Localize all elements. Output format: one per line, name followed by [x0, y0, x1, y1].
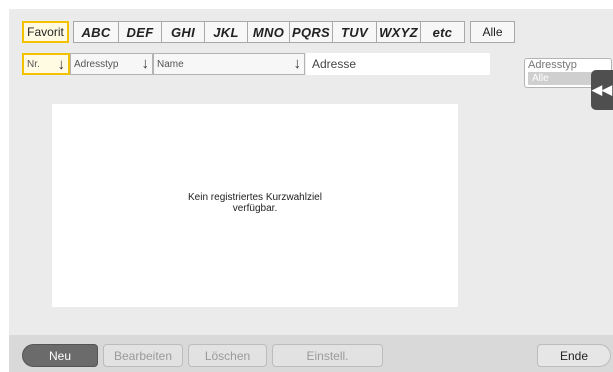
- sort-nr-label: Nr.: [27, 58, 40, 70]
- tab-etc[interactable]: etc: [420, 21, 465, 43]
- edit-button[interactable]: Bearbeiten: [103, 344, 183, 367]
- tab-jkl[interactable]: JKL: [204, 21, 248, 43]
- arrow-down-icon: ↓: [293, 55, 302, 72]
- tab-ghi[interactable]: GHI: [161, 21, 205, 43]
- filter-label: Adresstyp: [528, 59, 577, 71]
- new-button[interactable]: Neu: [22, 344, 98, 367]
- sort-name-button[interactable]: Name ↓: [153, 53, 305, 75]
- empty-message-line-2: verfügbar.: [232, 203, 278, 214]
- sort-type-label: Adresstyp: [74, 58, 119, 70]
- tab-wxyz[interactable]: WXYZ: [376, 21, 421, 43]
- empty-message-line-1: Kein registriertes Kurzwahlziel: [188, 192, 322, 203]
- tab-alle[interactable]: Alle: [470, 21, 515, 43]
- delete-button[interactable]: Löschen: [188, 344, 267, 367]
- tab-mno[interactable]: MNO: [247, 21, 290, 43]
- arrow-down-icon: ↓: [57, 56, 66, 73]
- tab-abc[interactable]: ABC: [73, 21, 119, 43]
- address-list[interactable]: Kein registriertes Kurzwahlziel verfügba…: [52, 104, 458, 307]
- tab-tuv[interactable]: TUV: [332, 21, 377, 43]
- double-chevron-left-icon[interactable]: ◀◀: [591, 70, 613, 110]
- settings-button[interactable]: Einstell.: [272, 344, 383, 367]
- tab-def[interactable]: DEF: [118, 21, 162, 43]
- tab-pqrs[interactable]: PQRS: [289, 21, 333, 43]
- sort-name-label: Name: [157, 58, 184, 70]
- tab-favorit[interactable]: Favorit: [22, 21, 69, 43]
- end-button[interactable]: Ende: [537, 344, 611, 367]
- address-column-header: Adresse: [306, 53, 490, 75]
- sort-nr-button[interactable]: Nr. ↓: [22, 53, 70, 75]
- sort-type-button[interactable]: Adresstyp ↓: [70, 53, 153, 75]
- arrow-down-icon: ↓: [141, 55, 150, 72]
- empty-message: Kein registriertes Kurzwahlziel verfügba…: [52, 192, 458, 214]
